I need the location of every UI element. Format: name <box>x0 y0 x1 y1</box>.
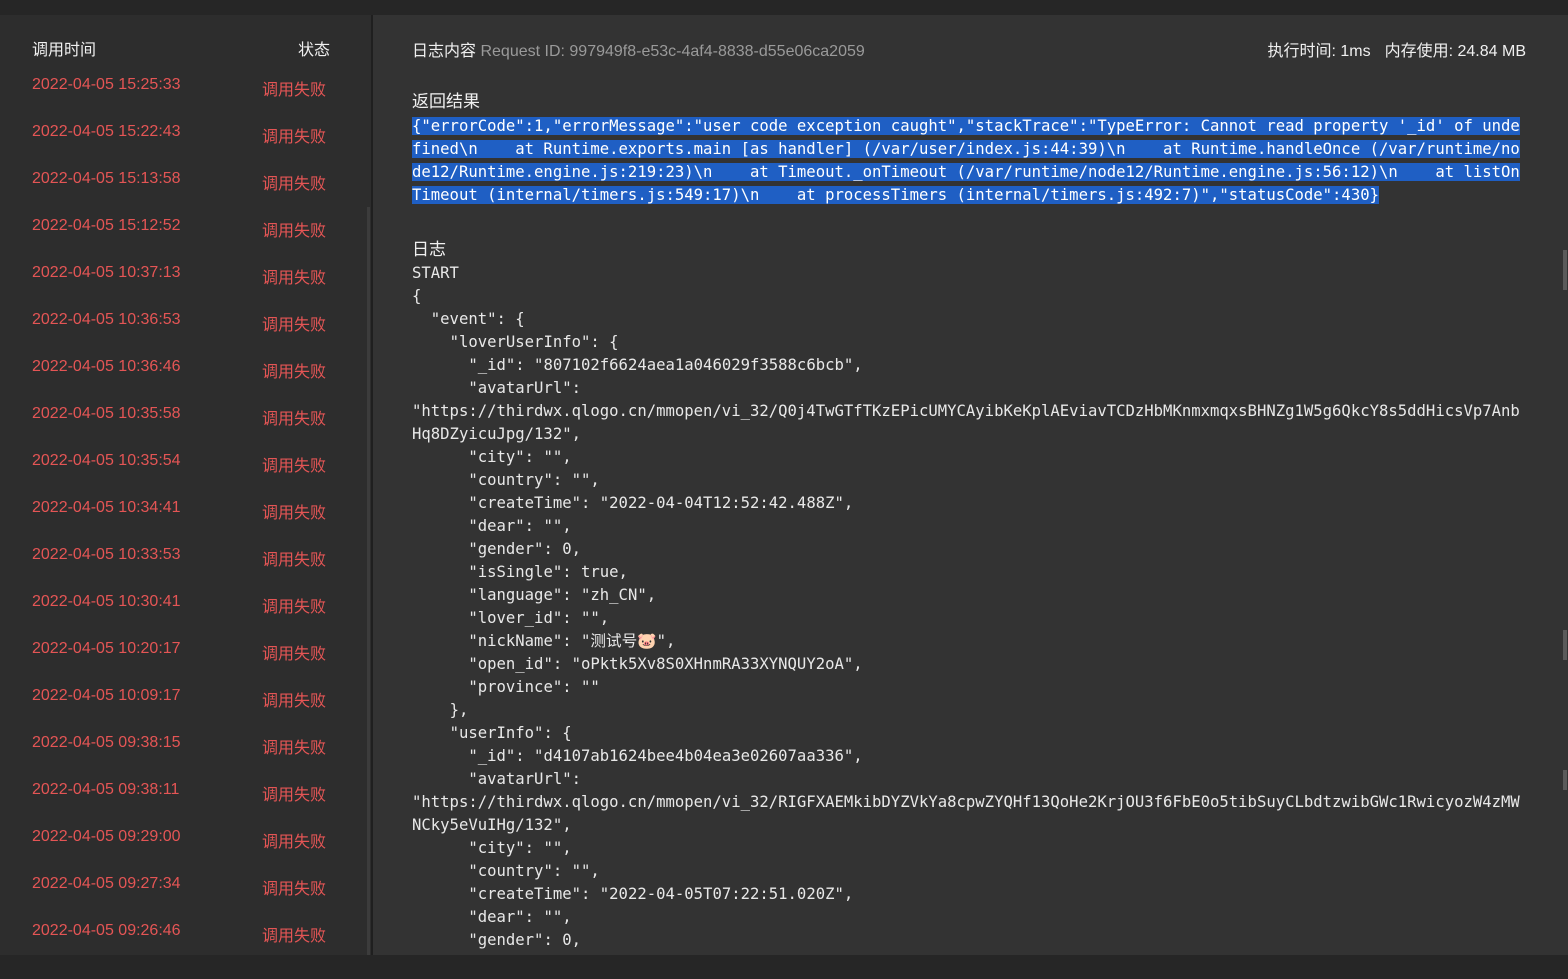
invocation-time: 2022-04-05 10:35:54 <box>32 452 181 469</box>
list-item[interactable]: 2022-04-05 09:38:11 调用失败 <box>0 767 365 814</box>
invocation-status: 调用失败 <box>262 646 327 663</box>
list-item[interactable]: 2022-04-05 15:25:33 调用失败 <box>0 62 365 109</box>
invocation-time: 2022-04-05 10:30:41 <box>32 593 181 610</box>
invocation-status: 调用失败 <box>262 270 327 287</box>
list-item[interactable]: 2022-04-05 15:12:52 调用失败 <box>0 203 365 250</box>
list-item[interactable]: 2022-04-05 10:36:53 调用失败 <box>0 297 365 344</box>
invocation-time: 2022-04-05 10:34:41 <box>32 499 181 516</box>
invocation-time: 2022-04-05 10:36:46 <box>32 358 181 375</box>
invocation-status: 调用失败 <box>262 223 327 240</box>
invocation-status: 调用失败 <box>262 82 327 99</box>
detail-scrollbar[interactable] <box>1563 250 1567 810</box>
list-item[interactable]: 2022-04-05 10:09:17 调用失败 <box>0 673 365 720</box>
invocation-status: 调用失败 <box>262 129 327 146</box>
result-selection[interactable]: {"errorCode":1,"errorMessage":"user code… <box>412 117 1520 204</box>
invocation-time: 2022-04-05 15:22:43 <box>32 123 181 140</box>
invocation-time: 2022-04-05 09:38:15 <box>32 734 181 751</box>
result-section-title: 返回结果 <box>412 92 480 111</box>
column-header-status: 状态 <box>298 42 331 59</box>
bottom-bar <box>0 955 1568 979</box>
list-item[interactable]: 2022-04-05 10:20:17 调用失败 <box>0 626 365 673</box>
log-section-title: 日志 <box>412 240 446 259</box>
log-detail-header: 日志内容 Request ID: 997949f8-e53c-4af4-8838… <box>412 37 865 61</box>
list-item[interactable]: 2022-04-05 10:34:41 调用失败 <box>0 485 365 532</box>
invocation-time: 2022-04-05 09:38:11 <box>32 781 180 798</box>
invocation-time: 2022-04-05 09:26:46 <box>32 922 181 939</box>
invocation-status: 调用失败 <box>262 693 327 710</box>
list-item[interactable]: 2022-04-05 15:22:43 调用失败 <box>0 109 365 156</box>
list-item[interactable]: 2022-04-05 09:38:15 调用失败 <box>0 720 365 767</box>
invocation-status: 调用失败 <box>262 458 327 475</box>
invocation-time: 2022-04-05 15:25:33 <box>32 76 181 93</box>
list-item[interactable]: 2022-04-05 09:26:46 调用失败 <box>0 908 365 955</box>
invocation-time: 2022-04-05 10:37:13 <box>32 264 181 281</box>
invocation-time: 2022-04-05 10:36:53 <box>32 311 181 328</box>
request-id: Request ID: 997949f8-e53c-4af4-8838-d55e… <box>480 43 865 60</box>
invocation-status: 调用失败 <box>262 834 327 851</box>
invocation-time: 2022-04-05 10:33:53 <box>32 546 181 563</box>
invocation-time: 2022-04-05 09:29:00 <box>32 828 181 845</box>
invocation-time: 2022-04-05 09:27:34 <box>32 875 181 892</box>
list-item[interactable]: 2022-04-05 10:35:58 调用失败 <box>0 391 365 438</box>
invocation-status: 调用失败 <box>262 364 327 381</box>
invocation-status: 调用失败 <box>262 505 327 522</box>
list-item[interactable]: 2022-04-05 15:13:58 调用失败 <box>0 156 365 203</box>
log-output[interactable]: START { "event": { "loverUserInfo": { "_… <box>412 262 1522 955</box>
invocation-status: 调用失败 <box>262 552 327 569</box>
invocation-status: 调用失败 <box>262 599 327 616</box>
list-item[interactable]: 2022-04-05 10:36:46 调用失败 <box>0 344 365 391</box>
invocation-status: 调用失败 <box>262 928 327 945</box>
list-item[interactable]: 2022-04-05 10:33:53 调用失败 <box>0 532 365 579</box>
result-text[interactable]: {"errorCode":1,"errorMessage":"user code… <box>412 115 1520 207</box>
list-item[interactable]: 2022-04-05 09:29:00 调用失败 <box>0 814 365 861</box>
list-item[interactable]: 2022-04-05 10:30:41 调用失败 <box>0 579 365 626</box>
execution-stats: 执行时间: 1ms 内存使用: 24.84 MB <box>1267 37 1526 61</box>
invocation-status: 调用失败 <box>262 317 327 334</box>
invocation-status: 调用失败 <box>262 411 327 428</box>
invocation-time: 2022-04-05 10:20:17 <box>32 640 181 657</box>
invocation-status: 调用失败 <box>262 176 327 193</box>
invocation-status: 调用失败 <box>262 740 327 757</box>
list-item[interactable]: 2022-04-05 09:27:34 调用失败 <box>0 861 365 908</box>
column-header-time: 调用时间 <box>32 42 97 59</box>
list-item[interactable]: 2022-04-05 10:35:54 调用失败 <box>0 438 365 485</box>
invocation-status: 调用失败 <box>262 881 327 898</box>
invocation-status: 调用失败 <box>262 787 327 804</box>
memory-usage: 内存使用: 24.84 MB <box>1384 43 1526 60</box>
execution-time: 执行时间: 1ms <box>1267 43 1371 60</box>
invocation-time: 2022-04-05 15:13:58 <box>32 170 181 187</box>
invocation-time: 2022-04-05 15:12:52 <box>32 217 181 234</box>
invocation-time: 2022-04-05 10:35:58 <box>32 405 181 422</box>
invocation-time: 2022-04-05 10:09:17 <box>32 687 181 704</box>
list-item[interactable]: 2022-04-05 10:37:13 调用失败 <box>0 250 365 297</box>
list-scrollbar[interactable] <box>367 207 370 955</box>
top-bar <box>0 0 1568 15</box>
invocation-list: 2022-04-05 15:25:33 调用失败 2022-04-05 15:22:… <box>0 62 365 955</box>
log-content-title: 日志内容 <box>412 43 477 60</box>
